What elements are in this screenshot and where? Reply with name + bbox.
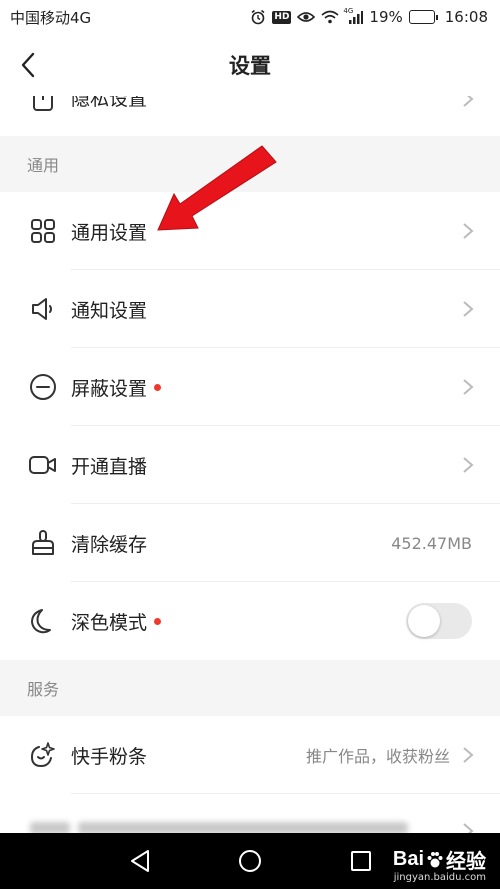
settings-row-label: 深色模式 [71,611,148,634]
speaker-icon [28,294,58,324]
carrier-label: 中国移动4G [10,8,92,27]
settings-row-label: 通知设置 [71,299,148,322]
settings-row-dark-mode[interactable]: 深色模式 [0,582,500,660]
battery-icon [408,10,438,24]
wifi-icon [321,10,339,24]
nav-home-button[interactable] [236,847,264,875]
status-left: 中国移动4G [10,7,91,28]
chevron-right-icon [463,301,474,317]
settings-row-label: 清除缓存 [71,533,148,556]
chevron-left-icon [21,52,35,78]
minus-circle-icon [28,372,58,402]
network-type-label: 4G [343,7,354,15]
chevron-right-icon [463,823,474,833]
status-bar: 中国移动4G HD 4G 19% 16:08 [0,0,500,34]
annotation-arrow-icon [157,145,277,231]
circle-home-icon [239,850,261,872]
settings-row-label: 隐私设置 [71,96,148,110]
chevron-right-icon [463,457,474,473]
grid-icon [28,216,58,246]
moon-icon [28,606,58,636]
clock: 16:08 [444,8,488,26]
baidu-jingyan-watermark: Bai 经验 jingyan.baidu.com [393,845,486,883]
lock-icon [28,96,58,114]
cache-size-value: 452.47MB [391,533,472,553]
square-recents-icon [351,851,371,871]
watermark-url: jingyan.baidu.com [393,872,486,883]
toggle-knob [408,605,440,637]
watermark-logo-text: Bai [392,848,424,870]
settings-row-live[interactable]: 开通直播 [0,426,500,504]
settings-row-label: 屏蔽设置 [71,377,148,400]
chevron-right-icon [463,96,474,107]
nav-recents-button[interactable] [347,847,375,875]
fans-promo-text: 推广作品，收获粉丝 [305,747,450,766]
settings-row-label: 开通直播 [71,455,148,478]
blurred-content [78,822,408,833]
blurred-content [30,822,70,833]
section-header-service: 服务 [0,660,500,716]
settings-row-label-wrap: 屏蔽设置 [71,374,162,401]
settings-row-blurred[interactable] [0,794,500,833]
watermark-logo: Bai 经验 [393,845,486,874]
settings-row-cache[interactable]: 清除缓存 452.47MB [0,504,500,582]
settings-row-label: 快手粉条 [71,745,148,768]
eye-icon [297,10,316,24]
settings-row-notify[interactable]: 通知设置 [0,270,500,348]
header: 设置 [0,34,500,96]
back-button[interactable] [14,50,42,80]
new-badge-dot [154,617,162,625]
watermark-logo-text2: 经验 [446,851,486,873]
new-badge-dot [154,383,162,391]
page-title: 设置 [229,54,271,78]
paw-icon [427,851,443,867]
battery-percent: 19% [369,8,403,26]
settings-row-fans[interactable]: 快手粉条 推广作品，收获粉丝 [0,716,500,794]
chevron-right-icon [463,223,474,239]
system-navigation-bar: Bai 经验 jingyan.baidu.com [0,833,500,889]
triangle-back-icon [131,850,149,872]
settings-row-label: 通用设置 [71,221,148,244]
settings-row-block[interactable]: 屏蔽设置 [0,348,500,426]
broom-icon [28,528,58,558]
settings-row-label-wrap: 深色模式 [71,608,162,635]
hd-icon: HD [272,10,292,24]
alarm-icon [250,9,266,25]
status-right: HD 4G 19% 16:08 [250,7,488,26]
chevron-right-icon [463,747,474,763]
settings-row-privacy[interactable]: 隐私设置 [0,96,500,136]
sparkle-icon [28,740,58,770]
chevron-right-icon [463,379,474,395]
nav-back-button[interactable] [126,847,154,875]
video-camera-icon [28,450,58,480]
signal-icon: 4G [343,7,364,24]
dark-mode-toggle[interactable] [406,603,472,639]
